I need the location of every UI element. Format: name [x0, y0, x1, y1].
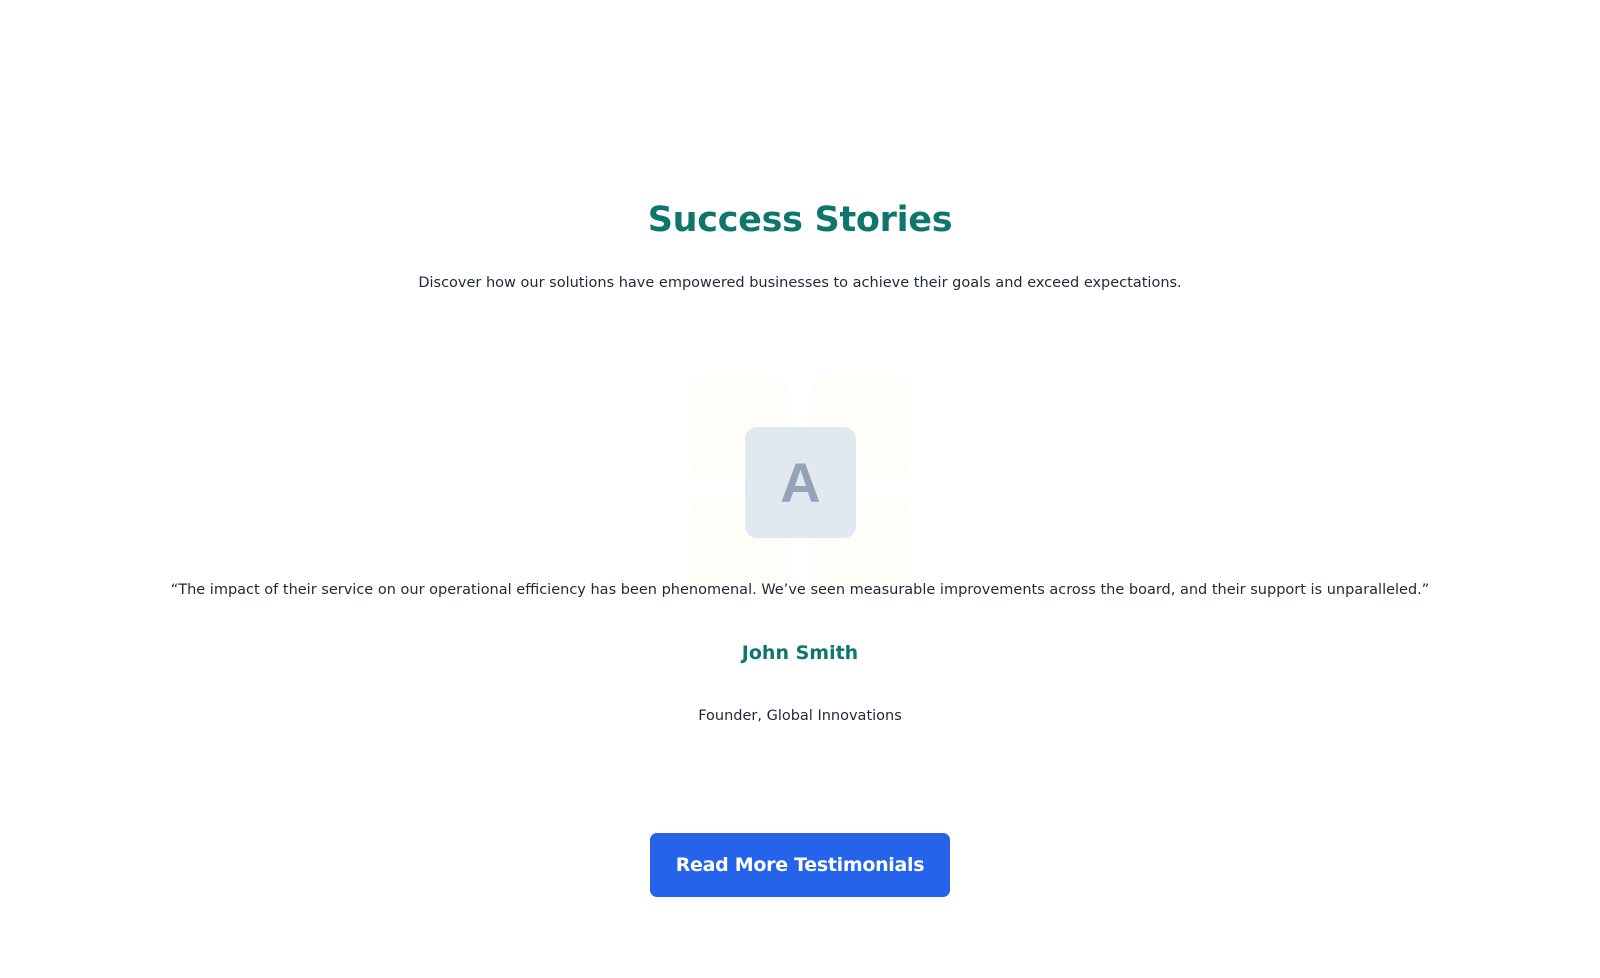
read-more-testimonials-button[interactable]: Read More Testimonials [650, 833, 950, 897]
testimonial-quote: “The impact of their service on our oper… [170, 582, 1430, 598]
testimonial-avatar-area: A [690, 378, 912, 598]
success-stories-section: Success Stories Discover how our solutio… [0, 0, 1600, 978]
avatar: A [745, 427, 856, 538]
testimonial-author-name: John Smith [741, 642, 859, 664]
section-title: Success Stories [647, 200, 953, 240]
section-subtitle: Discover how our solutions have empowere… [418, 275, 1182, 291]
testimonial-author-role: Founder, Global Innovations [698, 708, 902, 724]
